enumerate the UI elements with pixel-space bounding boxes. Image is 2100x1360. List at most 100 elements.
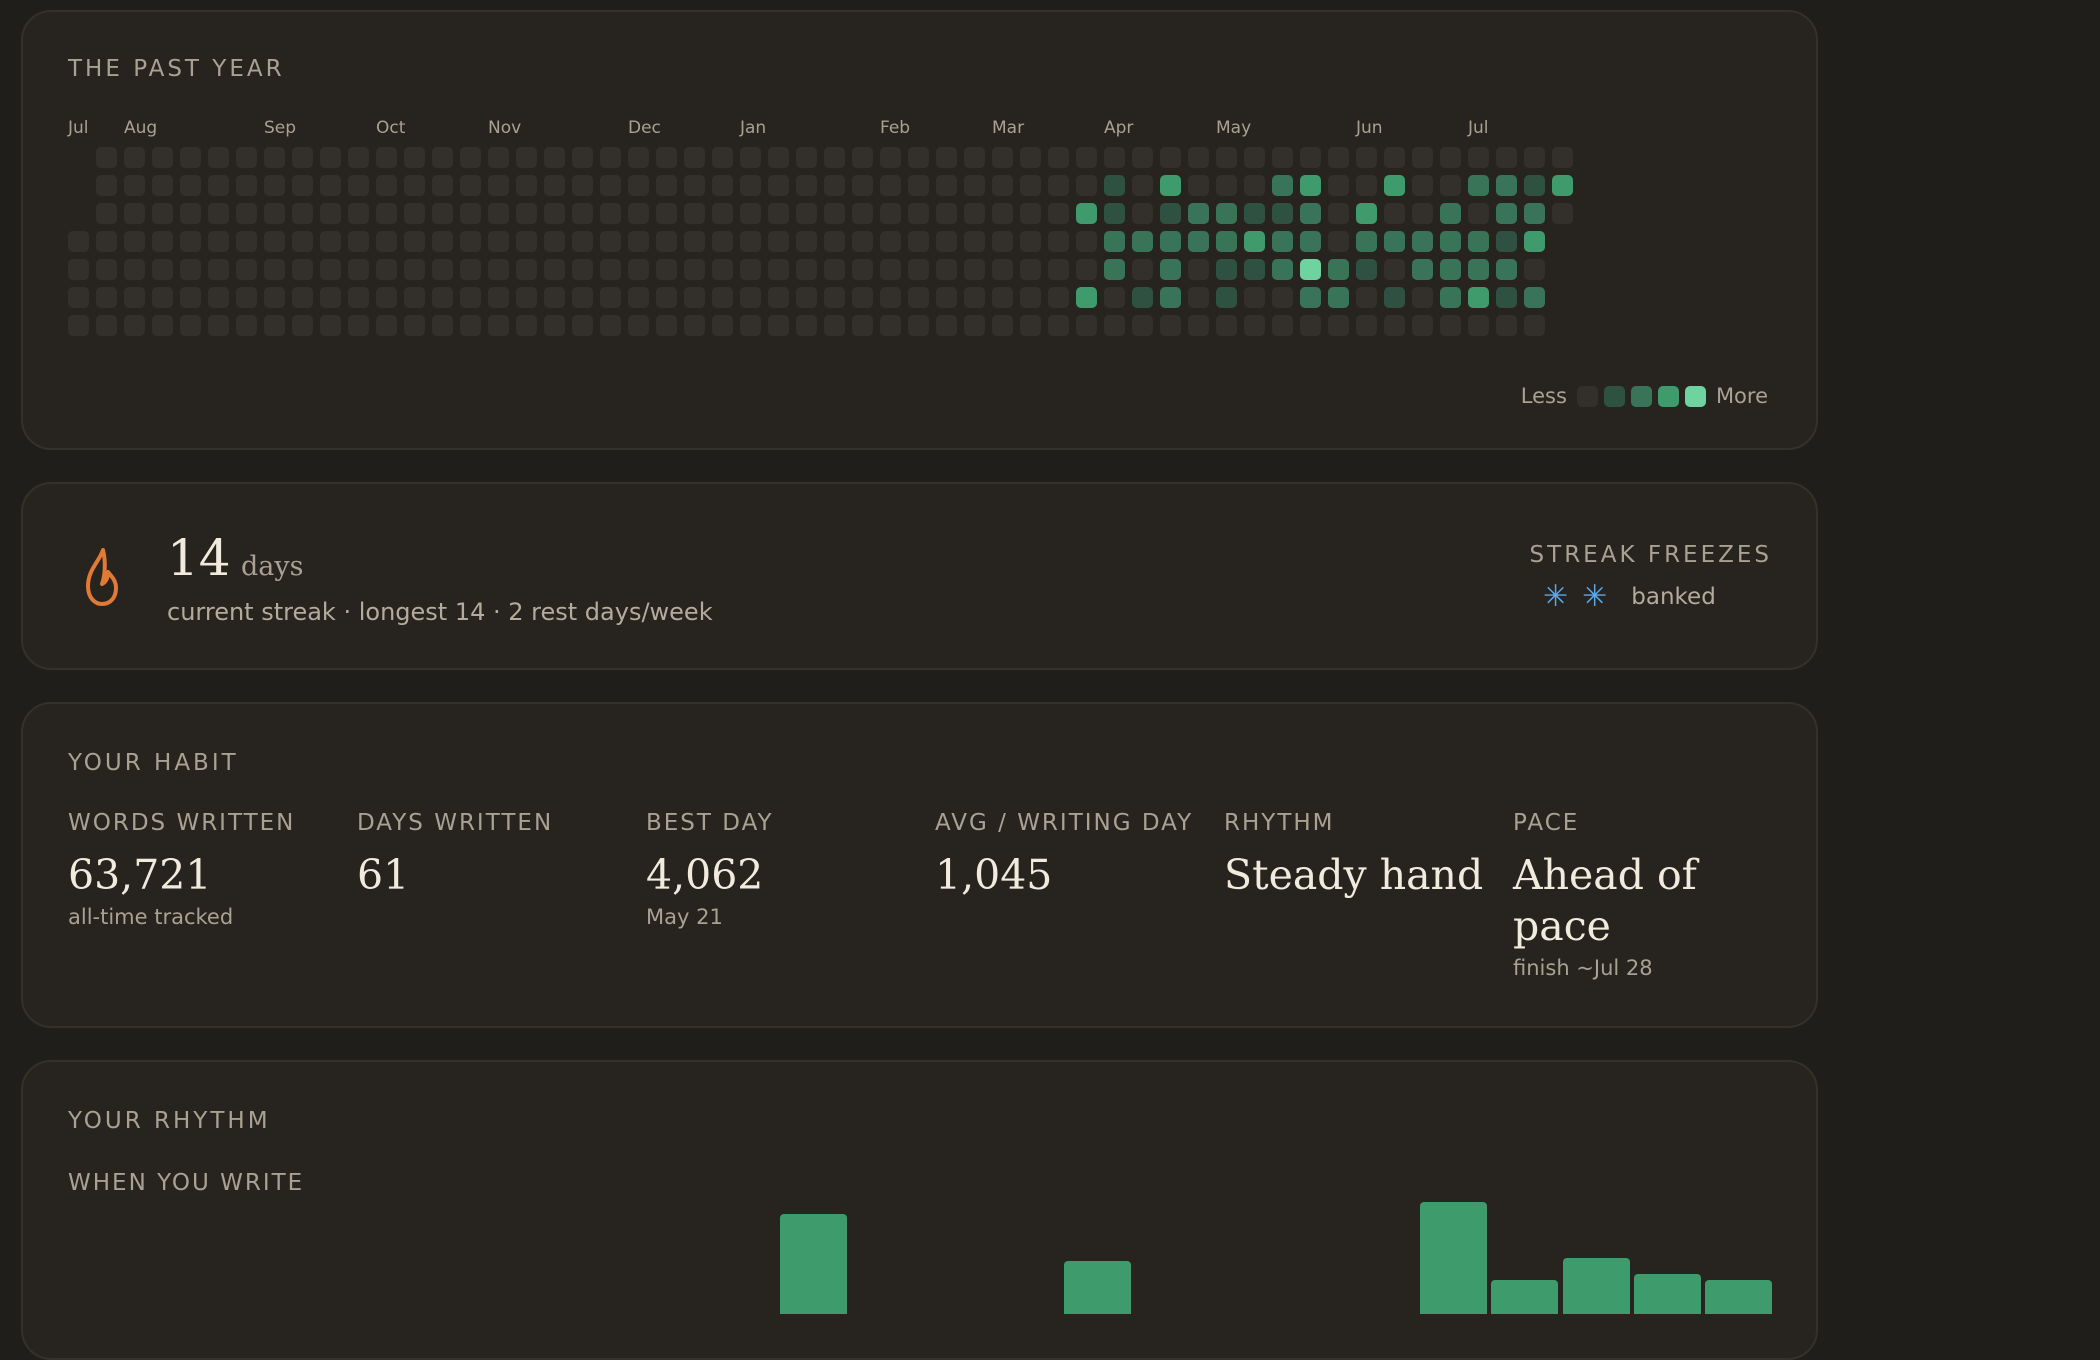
heatmap-day-cell <box>1552 175 1573 196</box>
heatmap-day-cell <box>1104 259 1125 280</box>
legend-more-label: More <box>1715 384 1768 408</box>
heatmap-day-cell <box>236 203 257 224</box>
heatmap-day-cell <box>348 203 369 224</box>
heatmap-day-cell <box>68 287 89 308</box>
heatmap-day-cell <box>1244 147 1265 168</box>
heatmap-day-cell <box>880 315 901 336</box>
month-label: Mar <box>992 118 1025 138</box>
heatmap-day-cell <box>1524 259 1545 280</box>
heatmap-day-cell <box>236 147 257 168</box>
heatmap-day-cell <box>460 175 481 196</box>
past-year-title: THE PAST YEAR <box>68 56 285 82</box>
heatmap-day-cell <box>264 259 285 280</box>
heatmap-day-cell <box>1272 315 1293 336</box>
heatmap-day-cell <box>236 287 257 308</box>
heatmap-day-cell <box>68 315 89 336</box>
heatmap-day-cell <box>1216 315 1237 336</box>
heatmap-day-cell <box>1188 147 1209 168</box>
heatmap-day-cell <box>376 231 397 252</box>
heatmap-day-cell <box>236 231 257 252</box>
heatmap-day-cell <box>684 175 705 196</box>
heatmap-day-cell <box>628 147 649 168</box>
heatmap-day-cell <box>124 175 145 196</box>
month-label: May <box>1216 118 1252 138</box>
heatmap-day-cell <box>320 287 341 308</box>
heatmap-day-cell <box>488 259 509 280</box>
heatmap-day-cell <box>1300 259 1321 280</box>
heatmap-day-cell <box>852 287 873 308</box>
heatmap-day-cell <box>1412 175 1433 196</box>
heatmap-day-cell <box>824 259 845 280</box>
freezes-banked-label: banked <box>1631 584 1716 610</box>
heatmap-day-cell <box>152 147 173 168</box>
heatmap-day-cell <box>1188 175 1209 196</box>
heatmap-day-cell <box>796 259 817 280</box>
heatmap-day-cell <box>600 259 621 280</box>
heatmap-day-cell <box>1300 175 1321 196</box>
heatmap-day-cell <box>600 175 621 196</box>
heatmap-day-cell <box>264 287 285 308</box>
heatmap-day-cell <box>152 315 173 336</box>
heatmap-day-cell <box>600 203 621 224</box>
stat-value: Ahead of pace <box>1513 851 1697 950</box>
heatmap-day-cell <box>1188 315 1209 336</box>
streak-freezes-title: STREAK FREEZES <box>1529 542 1772 568</box>
stat-pace: PACE Ahead of pace finish ~Jul 28 <box>1513 810 1743 980</box>
heatmap-day-cell <box>852 147 873 168</box>
heatmap-day-cell <box>432 287 453 308</box>
heatmap-day-cell <box>180 315 201 336</box>
heatmap-day-cell <box>1412 315 1433 336</box>
heatmap-day-cell <box>1384 287 1405 308</box>
heatmap-day-cell <box>1216 175 1237 196</box>
heatmap-day-cell <box>992 203 1013 224</box>
heatmap-day-cell <box>768 315 789 336</box>
heatmap-day-cell <box>432 315 453 336</box>
heatmap-day-cell <box>264 175 285 196</box>
heatmap-day-cell <box>432 147 453 168</box>
rhythm-bar <box>779 1214 847 1314</box>
heatmap-day-cell <box>880 259 901 280</box>
heatmap-day-cell <box>1272 203 1293 224</box>
heatmap-day-cell <box>1300 315 1321 336</box>
heatmap-day-cell <box>404 175 425 196</box>
heatmap-day-cell <box>740 203 761 224</box>
heatmap-day-cell <box>376 175 397 196</box>
heatmap-day-cell <box>96 203 117 224</box>
heatmap-day-cell <box>292 315 313 336</box>
heatmap-day-cell <box>1384 259 1405 280</box>
month-labels: Jul Aug Sep Oct Nov Dec Jan Feb Mar Apr May Jun Jul <box>68 118 1568 142</box>
heatmap-day-cell <box>936 231 957 252</box>
heatmap-day-cell <box>1104 231 1125 252</box>
heatmap-day-cell <box>908 203 929 224</box>
heatmap-day-cell <box>1020 259 1041 280</box>
heatmap-day-cell <box>936 203 957 224</box>
heatmap-day-cell <box>1076 203 1097 224</box>
heatmap-day-cell <box>880 231 901 252</box>
heatmap-day-cell <box>1188 203 1209 224</box>
heatmap-day-cell <box>1440 231 1461 252</box>
heatmap-day-cell <box>628 287 649 308</box>
heatmap-day-cell <box>376 259 397 280</box>
stat-words-written: WORDS WRITTEN 63,721 all-time tracked <box>68 810 348 929</box>
heatmap-day-cell <box>1356 259 1377 280</box>
heatmap-day-cell <box>992 259 1013 280</box>
heatmap-day-cell <box>1020 231 1041 252</box>
heatmap-day-cell <box>124 259 145 280</box>
heatmap-day-cell <box>96 315 117 336</box>
heatmap-day-cell <box>516 315 537 336</box>
heatmap-day-cell <box>796 231 817 252</box>
heatmap-day-cell <box>516 287 537 308</box>
heatmap-day-cell <box>628 259 649 280</box>
heatmap-day-cell <box>1244 315 1265 336</box>
heatmap-day-cell <box>516 175 537 196</box>
legend-level-1 <box>1603 385 1625 407</box>
heatmap-day-cell <box>824 315 845 336</box>
stat-value: 63,721 <box>68 851 212 899</box>
heatmap-day-cell <box>320 315 341 336</box>
streak-value: 14 <box>167 529 231 587</box>
heatmap-day-cell <box>348 231 369 252</box>
heatmap-day-cell <box>1328 175 1349 196</box>
rhythm-bar <box>1562 1258 1630 1314</box>
stat-days-written: DAYS WRITTEN 61 <box>357 810 637 901</box>
heatmap-day-cell <box>1496 175 1517 196</box>
